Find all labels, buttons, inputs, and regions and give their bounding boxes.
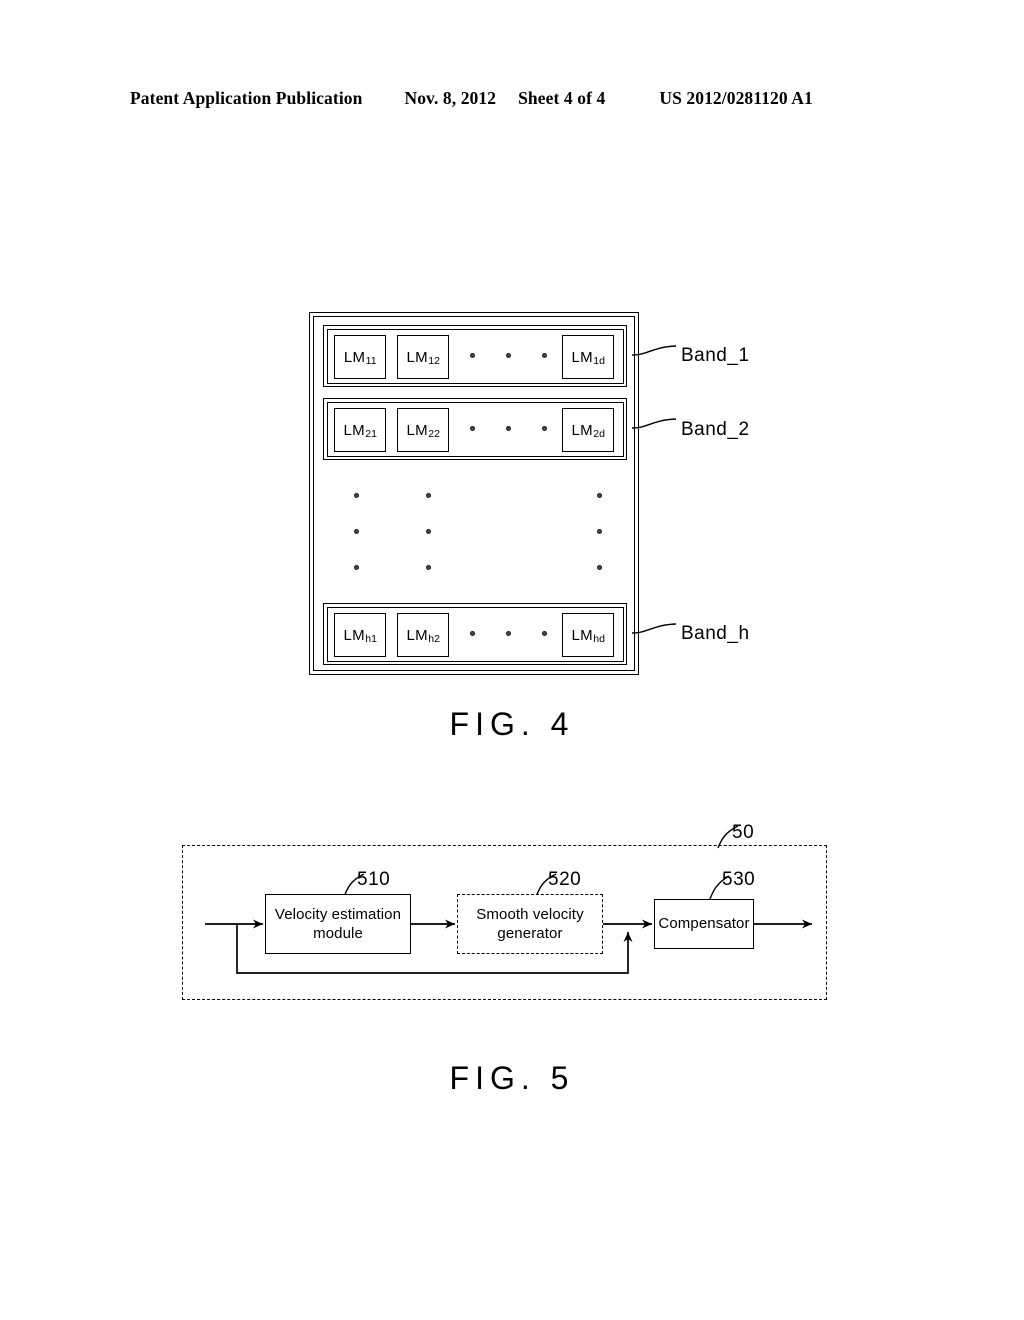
ellipsis-dot	[506, 353, 511, 358]
block-510-line2: module	[313, 925, 363, 942]
block-510-label: Velocity estimation module	[275, 905, 401, 943]
ellipsis-dot	[506, 426, 511, 431]
block-520-line1: Smooth velocity	[476, 905, 584, 923]
lm-cell-base: LM	[406, 421, 428, 439]
publication-title: Patent Application Publication	[130, 88, 363, 108]
ellipsis-dot	[426, 493, 431, 498]
ellipsis-dot	[542, 426, 547, 431]
lm-cell-h1: LM h1	[334, 613, 386, 657]
ellipsis-dot	[470, 353, 475, 358]
ellipsis-dot	[542, 353, 547, 358]
ellipsis-dot	[354, 529, 359, 534]
lm-cell-1d: LM 1d	[562, 335, 614, 379]
ellipsis-dot	[470, 426, 475, 431]
ellipsis-dot	[506, 631, 511, 636]
lm-cell-12: LM 12	[397, 335, 449, 379]
publication-date: Nov. 8, 2012	[404, 88, 497, 108]
lm-cell-subscript: 1d	[593, 355, 605, 367]
page-header: Patent Application Publication Nov. 8, 2…	[130, 88, 890, 114]
lm-cell-hd: LM hd	[562, 613, 614, 657]
block-520-line2: generator	[497, 925, 563, 942]
block-compensator: Compensator	[654, 899, 754, 949]
block-520-label: Smooth velocity generator	[476, 905, 583, 943]
figure-4-caption: FIG. 4	[449, 706, 575, 742]
block-510-line1: Velocity estimation	[274, 905, 402, 923]
ellipsis-dot	[597, 529, 602, 534]
ellipsis-dot	[542, 631, 547, 636]
lm-cell-base: LM	[343, 348, 366, 366]
ellipsis-dot	[426, 529, 431, 534]
ellipsis-dot	[354, 565, 359, 570]
patent-number: US 2012/0281120 A1	[659, 88, 813, 108]
block-530-label: Compensator	[658, 915, 750, 933]
reference-numeral-50: 50	[732, 822, 755, 843]
lm-cell-base: LM	[406, 348, 428, 366]
lm-cell-subscript: 11	[365, 355, 377, 367]
lm-cell-base: LM	[343, 421, 365, 439]
reference-numeral-520: 520	[548, 869, 582, 890]
band-label-h: Band_h	[681, 623, 750, 644]
lm-cell-h2: LM h2	[397, 613, 449, 657]
lm-cell-subscript: h1	[365, 633, 377, 645]
lm-cell-subscript: 2d	[593, 428, 605, 440]
lm-cell-subscript: 22	[428, 428, 440, 440]
band-row-1: LM 11 LM 12 LM 1d	[323, 325, 627, 387]
lm-cell-base: LM	[571, 421, 593, 439]
horizontal-ellipsis-band-2	[470, 426, 558, 434]
lm-cell-subscript: 12	[428, 355, 440, 367]
ellipsis-dot	[470, 631, 475, 636]
band-row-2: LM 21 LM 22 LM 2d	[323, 398, 627, 460]
band-row-h: LM h1 LM h2 LM hd	[323, 603, 627, 665]
vertical-ellipsis-column-1	[354, 493, 360, 583]
block-velocity-estimation-module: Velocity estimation module	[265, 894, 411, 954]
lm-cell-22: LM 22	[397, 408, 449, 452]
lm-cell-subscript: 21	[365, 428, 377, 440]
vertical-ellipsis-column-3	[597, 493, 603, 583]
ellipsis-dot	[597, 493, 602, 498]
horizontal-ellipsis-band-h	[470, 631, 558, 639]
vertical-ellipsis-column-2	[426, 493, 432, 583]
reference-numeral-510: 510	[357, 869, 391, 890]
figure-4-outer-frame: LM 11 LM 12 LM 1d LM 21 LM 22 LM 2d LM h1 LM h2	[309, 312, 639, 675]
ellipsis-dot	[426, 565, 431, 570]
lm-cell-base: LM	[571, 348, 593, 366]
ellipsis-dot	[354, 493, 359, 498]
lm-cell-subscript: h2	[428, 633, 440, 645]
ellipsis-dot	[597, 565, 602, 570]
block-smooth-velocity-generator: Smooth velocity generator	[457, 894, 603, 954]
sheet-number: Sheet 4 of 4	[518, 88, 606, 108]
lm-cell-2d: LM 2d	[562, 408, 614, 452]
figure-5-caption: FIG. 5	[449, 1060, 575, 1096]
lm-cell-base: LM	[406, 626, 428, 644]
lm-cell-base: LM	[343, 626, 365, 644]
lm-cell-subscript: hd	[593, 633, 605, 645]
lm-cell-21: LM 21	[334, 408, 386, 452]
horizontal-ellipsis-band-1	[470, 353, 558, 361]
band-label-1: Band_1	[681, 345, 750, 366]
lm-cell-11: LM 11	[334, 335, 386, 379]
band-label-2: Band_2	[681, 419, 750, 440]
reference-numeral-530: 530	[722, 869, 756, 890]
lm-cell-base: LM	[571, 626, 593, 644]
